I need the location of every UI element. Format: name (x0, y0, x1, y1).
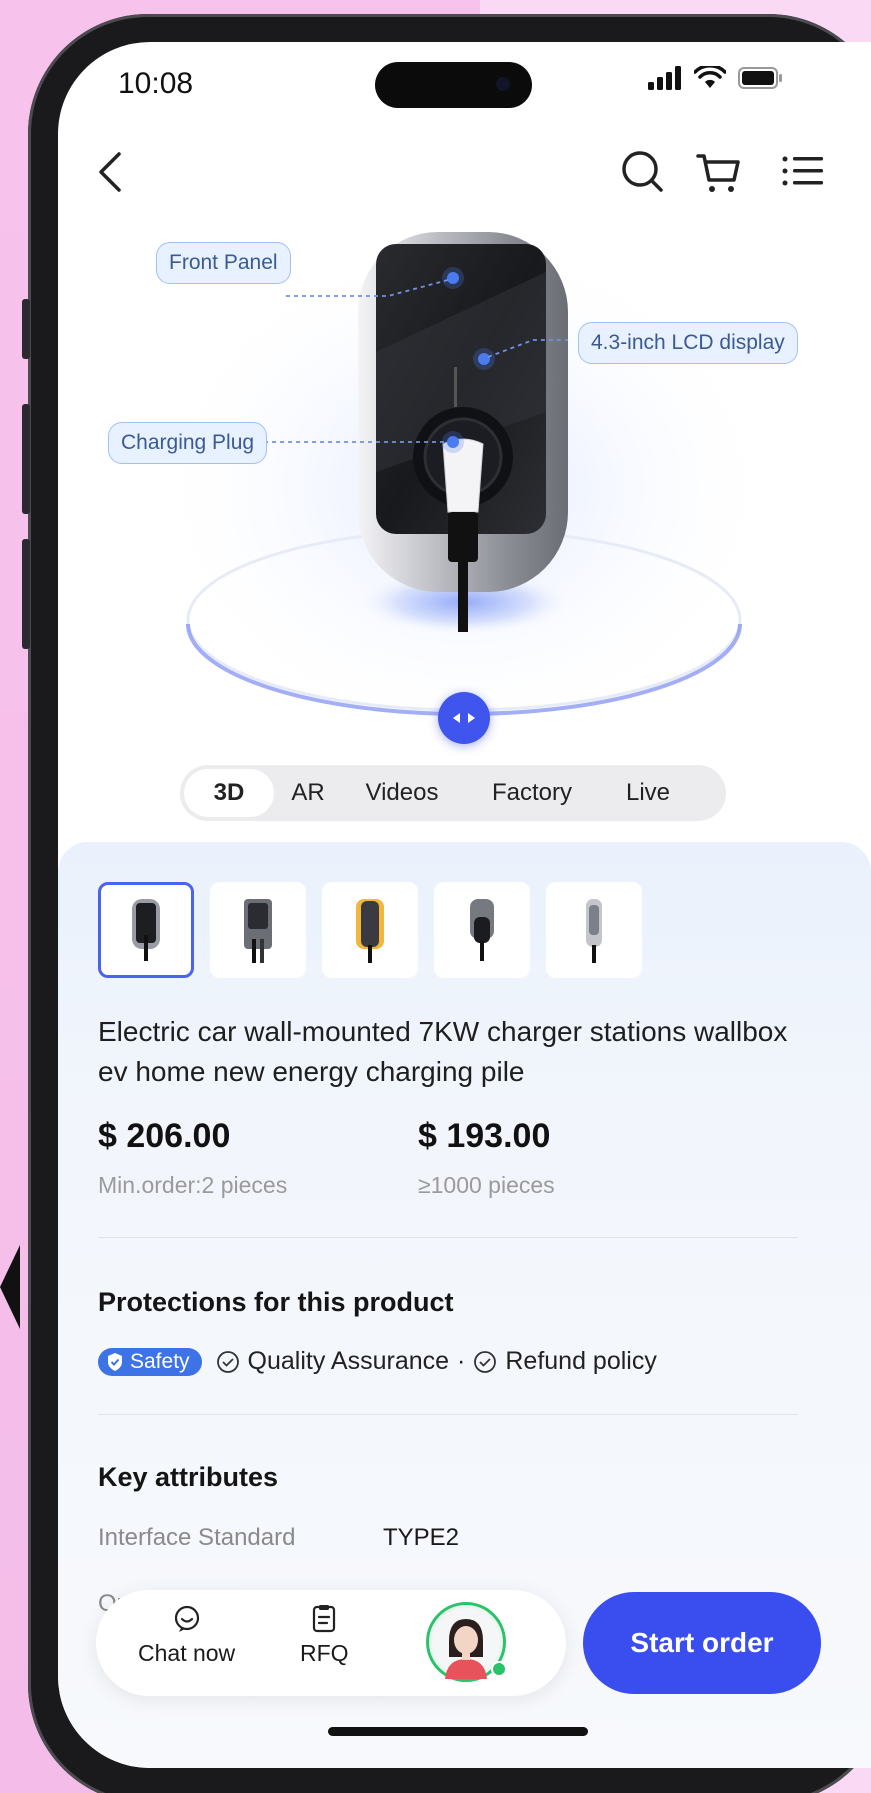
phone-mute-switch (22, 299, 30, 359)
check-circle-icon (474, 1350, 497, 1373)
dynamic-island (375, 62, 532, 108)
safety-badge-label: Safety (130, 1349, 190, 1373)
protection-separator: · (457, 1347, 466, 1375)
search-button[interactable] (613, 142, 673, 202)
online-status-dot (491, 1661, 507, 1677)
check-circle-icon (216, 1350, 239, 1373)
attribute-value: TYPE2 (383, 1524, 460, 1551)
price-tier-2: $ 193.00 (418, 1117, 551, 1155)
hotspot-charging-plug[interactable]: Charging Plug (108, 422, 268, 464)
rotate-arrows-icon (453, 713, 475, 723)
charger-thumbnail-icon (244, 899, 272, 963)
top-nav (58, 142, 871, 212)
product-3d-viewer[interactable]: Front Panel 4.3-inch LCD display Chargin… (58, 202, 871, 762)
protections-heading: Protections for this product (98, 1287, 454, 1317)
media-tabs: 3D AR Videos Factory Live (180, 765, 726, 821)
shield-check-icon (108, 1352, 122, 1371)
status-bar: 10:08 (58, 42, 871, 112)
back-button[interactable] (83, 142, 143, 202)
thumbnail-3[interactable] (322, 882, 418, 978)
menu-button[interactable] (773, 142, 833, 202)
divider (98, 1414, 798, 1415)
thumbnail-strip (98, 882, 642, 978)
rfq-button[interactable]: RFQ (300, 1604, 349, 1667)
charger-3d-illustration (144, 202, 784, 722)
divider (98, 1237, 798, 1238)
quality-assurance-label: Quality Assurance (247, 1347, 450, 1375)
screen: 10:08 Front Panel 4.3-inch LCD display C… (58, 42, 871, 1768)
rfq-label: RFQ (300, 1640, 349, 1666)
tab-factory[interactable]: Factory (462, 769, 602, 817)
chat-smile-icon (174, 1605, 199, 1632)
bottom-action-bar: Chat now RFQ (96, 1590, 566, 1696)
wifi-icon (694, 66, 726, 88)
play-arrow-icon (0, 1245, 20, 1329)
status-time: 10:08 (118, 67, 194, 100)
chevron-left-icon (99, 152, 121, 192)
hotspot-lcd-display[interactable]: 4.3-inch LCD display (578, 322, 798, 364)
thumbnail-4[interactable] (434, 882, 530, 978)
refund-policy-label: Refund policy (505, 1347, 657, 1375)
price-tier-1: $ 206.00 (98, 1117, 231, 1155)
cart-button[interactable] (690, 142, 750, 202)
phone-volume-down (22, 539, 30, 649)
charger-thumbnail-icon (356, 899, 384, 963)
document-list-icon (313, 1605, 336, 1633)
agent-avatar[interactable] (426, 1602, 507, 1682)
hotspot-front-panel[interactable]: Front Panel (156, 242, 291, 284)
list-menu-icon (782, 156, 823, 186)
product-title: Electric car wall-mounted 7KW charger st… (98, 1016, 788, 1087)
thumbnail-2[interactable] (210, 882, 306, 978)
chat-now-button[interactable]: Chat now (138, 1604, 235, 1667)
safety-badge: Safety (98, 1347, 202, 1376)
signal-icon (648, 66, 681, 90)
thumbnail-1[interactable] (98, 882, 194, 978)
battery-icon (738, 67, 782, 89)
charger-thumbnail-icon (470, 899, 494, 961)
cart-icon (696, 154, 740, 192)
thumbnail-5[interactable] (546, 882, 642, 978)
chat-now-label: Chat now (138, 1640, 236, 1666)
tab-ar[interactable]: AR (274, 769, 342, 817)
charger-thumbnail-icon (132, 899, 160, 961)
tab-live[interactable]: Live (602, 769, 694, 817)
rotate-handle[interactable] (438, 692, 490, 744)
protections-row[interactable]: Safety Quality Assurance · Refund policy (98, 1347, 657, 1376)
status-icons (648, 66, 784, 90)
attribute-key: Interface Standard (98, 1524, 296, 1551)
tab-3d[interactable]: 3D (184, 769, 274, 817)
key-attributes-heading: Key attributes (98, 1462, 279, 1492)
tab-videos[interactable]: Videos (342, 769, 462, 817)
charger-thumbnail-icon (586, 899, 602, 963)
start-order-button[interactable]: Start order (583, 1592, 821, 1694)
phone-volume-up (22, 404, 30, 514)
search-icon (622, 151, 663, 192)
moq-tier-1: Min.order:2 pieces (98, 1172, 288, 1198)
home-indicator (328, 1727, 588, 1736)
moq-tier-2: ≥1000 pieces (418, 1172, 555, 1198)
